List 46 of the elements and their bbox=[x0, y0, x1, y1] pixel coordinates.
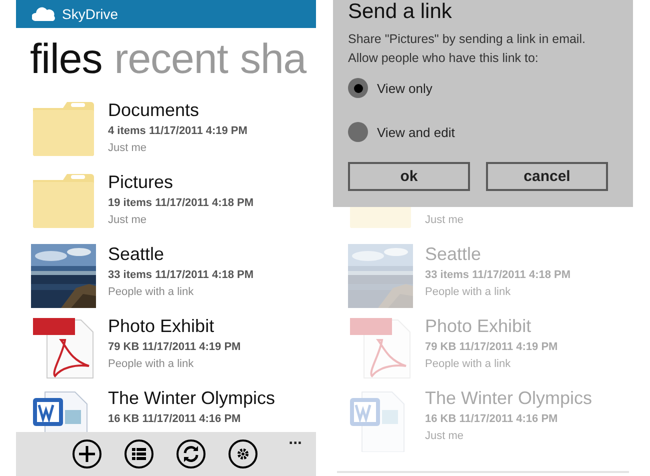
dialog-button[interactable]: ok bbox=[348, 162, 470, 191]
radio-button[interactable] bbox=[348, 122, 368, 142]
sharing-status: People with a link bbox=[108, 358, 195, 370]
file-name[interactable]: Seattle bbox=[108, 244, 254, 266]
dialog-message: Share "Pictures" by sending a link in email. bbox=[348, 31, 586, 48]
sharing-status: Just me bbox=[425, 430, 465, 442]
pivot-tab[interactable]: files bbox=[30, 38, 102, 80]
option-label[interactable]: View and edit bbox=[377, 124, 455, 140]
file-name[interactable]: Photo Exhibit bbox=[108, 316, 241, 338]
sharing-status: Just me bbox=[425, 214, 464, 226]
add-icon bbox=[72, 439, 102, 469]
radio-button[interactable] bbox=[348, 78, 368, 98]
file-name[interactable]: Pictures bbox=[108, 172, 254, 194]
app-title: SkyDrive bbox=[62, 6, 118, 22]
folder-icon bbox=[31, 172, 96, 229]
file-details: 16 KB 11/17/2011 4:16 PM bbox=[425, 412, 559, 424]
pdf-icon bbox=[348, 316, 413, 380]
sharing-status: People with a link bbox=[108, 286, 195, 298]
add-button[interactable] bbox=[72, 439, 102, 469]
settings-button[interactable] bbox=[228, 439, 258, 469]
option-label[interactable]: View only bbox=[377, 80, 432, 96]
cloud-icon bbox=[32, 6, 56, 22]
sync-icon bbox=[176, 439, 206, 469]
file-details: 19 items 11/17/2011 4:18 PM bbox=[108, 196, 254, 208]
more-button[interactable]: ... bbox=[288, 432, 302, 448]
file-details: 33 items 11/17/2011 4:18 PM bbox=[108, 268, 254, 280]
file-details: 16 KB 11/17/2011 4:16 PM bbox=[108, 412, 242, 424]
sharing-status: People with a link bbox=[425, 286, 512, 298]
file-details: 79 KB 11/17/2011 4:19 PM bbox=[425, 340, 558, 352]
sharing-status: Just me bbox=[108, 214, 148, 226]
settings-icon bbox=[228, 439, 258, 469]
list-icon bbox=[124, 439, 154, 469]
sync-button[interactable] bbox=[176, 439, 206, 469]
file-details: 4 items 11/17/2011 4:19 PM bbox=[108, 124, 248, 136]
sharing-status: Just me bbox=[108, 142, 148, 154]
folder-icon bbox=[31, 100, 96, 157]
file-details: 33 items 11/17/2011 4:18 PM bbox=[425, 268, 571, 280]
file-details: 79 KB 11/17/2011 4:19 PM bbox=[108, 340, 241, 352]
dialog-title: Send a link bbox=[348, 0, 453, 24]
file-name[interactable]: The Winter Olympics bbox=[108, 388, 276, 410]
file-name[interactable]: Documents bbox=[108, 100, 248, 122]
list-button[interactable] bbox=[124, 439, 154, 469]
dialog-button[interactable]: cancel bbox=[486, 162, 608, 191]
pdf-icon bbox=[31, 316, 96, 380]
dialog-message: Allow people who have this link to: bbox=[348, 50, 540, 67]
sharing-status: People with a link bbox=[425, 358, 512, 370]
